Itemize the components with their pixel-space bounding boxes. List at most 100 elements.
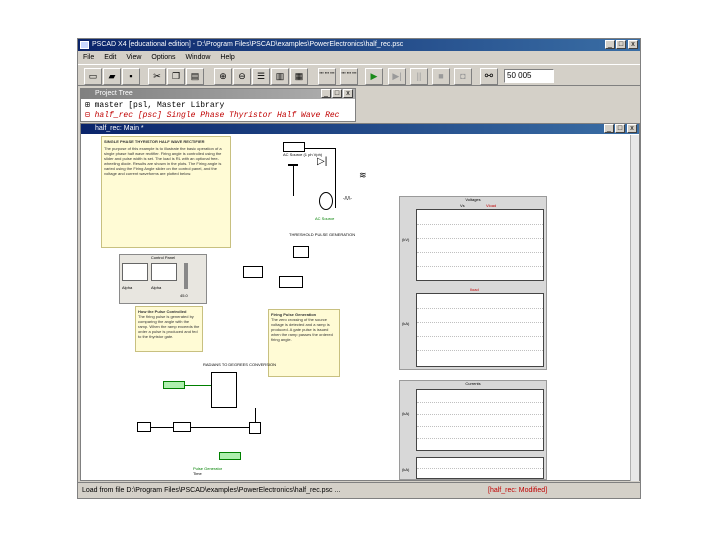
grid-icon[interactable]: ▦ bbox=[290, 68, 308, 85]
breaker-label: AC Source bbox=[315, 216, 335, 221]
main-canvas-window: half_rec: Main * _ □ x SINGLE PHASE THYR… bbox=[80, 123, 640, 481]
new-icon[interactable]: ▭ bbox=[84, 68, 102, 85]
comparator-block[interactable] bbox=[243, 266, 263, 278]
menu-options[interactable]: Options bbox=[146, 52, 180, 63]
layers-icon[interactable]: ☰ bbox=[252, 68, 270, 85]
record-icon[interactable]: ▪▪▪ ▪▪▪ ▪▪▪ bbox=[318, 68, 336, 85]
plot1-legend-vs: Vs bbox=[460, 203, 465, 208]
binoculars-icon[interactable]: ⚯ bbox=[480, 68, 498, 85]
plot2-ylabel: (kA) bbox=[402, 321, 410, 326]
ground-icon bbox=[288, 162, 298, 166]
control-panel-title: Control Panel bbox=[150, 255, 176, 260]
voltage-plot-frame: Voltages Vload Vs (kV) Iload (kA) bbox=[399, 196, 547, 370]
gate-signal-tag[interactable] bbox=[219, 452, 241, 460]
resistor-icon[interactable]: -/\/\- bbox=[343, 196, 363, 206]
plot3-ylabel: (kA) bbox=[402, 411, 410, 416]
conversion-label: RADIANS TO DEGREES CONVERSION bbox=[203, 362, 276, 367]
pulse-note-body: The firing pulse is generated by compari… bbox=[138, 314, 200, 339]
plot3-title: Currents bbox=[465, 381, 481, 386]
zoom-in-icon[interactable]: ⊕ bbox=[214, 68, 232, 85]
menu-window[interactable]: Window bbox=[181, 52, 216, 63]
control-panel: Control Panel 45.0 Alpha Alpha bbox=[119, 254, 207, 304]
menu-file[interactable]: File bbox=[78, 52, 99, 63]
minimize-button[interactable]: _ bbox=[605, 40, 615, 49]
time-label: Time bbox=[193, 471, 202, 476]
pulse-generation-label: THRESHOLD PULSE GENERATION bbox=[289, 232, 356, 237]
tree-minimize-button[interactable]: _ bbox=[321, 89, 331, 98]
pulse-block[interactable] bbox=[173, 422, 191, 432]
copy-icon[interactable]: ❐ bbox=[167, 68, 185, 85]
wire bbox=[305, 148, 335, 149]
zoom-out-icon[interactable]: ⊖ bbox=[233, 68, 251, 85]
status-load-text: Load from file D:\Program Files\PSCAD\ex… bbox=[82, 487, 341, 494]
ac-source-icon[interactable] bbox=[319, 192, 333, 210]
plot2-area[interactable] bbox=[416, 293, 544, 367]
pulse-note: How the Pulse Controlled The firing puls… bbox=[135, 306, 203, 352]
thyristor-icon[interactable]: ▷| bbox=[317, 156, 329, 168]
sum-block[interactable] bbox=[137, 422, 151, 432]
alpha-meter-2[interactable] bbox=[151, 263, 177, 281]
cut-icon[interactable]: ✂ bbox=[148, 68, 166, 85]
title-bar: PSCAD X4 [educational edition] - D:\Prog… bbox=[78, 39, 640, 51]
main-close-button[interactable]: x bbox=[627, 124, 637, 133]
open-icon[interactable]: ▰ bbox=[103, 68, 121, 85]
toolbar: ▭ ▰ ▪ ✂ ❐ ▤ ⊕ ⊖ ☰ ▥ ▦ ▪▪▪ ▪▪▪ ▪▪▪ ▪▪▪ ▪▪… bbox=[78, 64, 640, 86]
stop-icon[interactable]: ■ bbox=[432, 68, 450, 85]
maximize-button[interactable]: □ bbox=[616, 40, 626, 49]
project-tree-titlebar: Project Tree bbox=[81, 89, 355, 99]
tree-item-master[interactable]: ⊞ master [psl, Master Library bbox=[85, 101, 224, 110]
plot1-legend: Vload bbox=[486, 203, 497, 208]
tree-maximize-button[interactable]: □ bbox=[332, 89, 342, 98]
gain-block[interactable] bbox=[279, 276, 303, 288]
menu-help[interactable]: Help bbox=[215, 52, 239, 63]
window-title: PSCAD X4 [educational edition] - D:\Prog… bbox=[92, 41, 404, 48]
alpha-label-2: Alpha bbox=[151, 285, 162, 290]
source-terminal[interactable] bbox=[283, 142, 305, 152]
plot2-legend: Iload bbox=[470, 287, 479, 292]
pause-icon[interactable]: || bbox=[410, 68, 428, 85]
compile-icon[interactable]: ▪▪▪ ▪▪▪ ▪▪▪ bbox=[340, 68, 358, 85]
main-maximize-button[interactable]: □ bbox=[615, 124, 625, 133]
save-icon[interactable]: ▪ bbox=[122, 68, 140, 85]
paste-icon[interactable]: ▤ bbox=[186, 68, 204, 85]
plot3-area[interactable] bbox=[416, 389, 544, 451]
converter-block[interactable] bbox=[211, 372, 237, 408]
status-modified: [half_rec: Modified] bbox=[488, 487, 548, 494]
firing-note: Firing Pulse Generation The zero crossin… bbox=[268, 309, 340, 377]
snapshot-icon[interactable]: ◘ bbox=[454, 68, 472, 85]
alpha-label-1: Alpha bbox=[122, 285, 133, 290]
time-step-field[interactable]: 50 005 bbox=[504, 69, 554, 83]
description-heading: SINGLE PHASE THYRISTOR HALF WAVE RECTIFI… bbox=[104, 139, 205, 144]
vertical-scrollbar[interactable] bbox=[630, 135, 639, 481]
wire bbox=[335, 148, 336, 208]
play-icon[interactable]: ▶ bbox=[365, 68, 383, 85]
menu-bar: File Edit View Options Window Help bbox=[78, 52, 640, 63]
ramp-block[interactable] bbox=[293, 246, 309, 258]
alpha-slider[interactable] bbox=[184, 263, 188, 289]
settings-icon[interactable]: ▥ bbox=[271, 68, 289, 85]
inductor-icon[interactable]: ≋ bbox=[359, 170, 373, 190]
close-button[interactable]: x bbox=[628, 40, 638, 49]
tree-item-master-label: master [psl, Master Library bbox=[94, 101, 225, 110]
plot4-ylabel: (kA) bbox=[402, 467, 410, 472]
wire bbox=[191, 427, 249, 428]
plot4-area[interactable] bbox=[416, 457, 544, 479]
menu-edit[interactable]: Edit bbox=[99, 52, 121, 63]
tree-item-half-rec[interactable]: ⊟ half_rec [psc] Single Phase Thyristor … bbox=[85, 111, 339, 120]
step-icon[interactable]: ▶| bbox=[388, 68, 406, 85]
switch-block[interactable] bbox=[249, 422, 261, 434]
alpha-meter-1[interactable] bbox=[122, 263, 148, 281]
description-body: The purpose of this example is to illust… bbox=[104, 146, 222, 176]
tree-close-button[interactable]: x bbox=[343, 89, 353, 98]
current-plot-frame: Currents (kA) (kA) bbox=[399, 380, 547, 480]
signal-tag[interactable] bbox=[163, 381, 185, 389]
plot1-area[interactable] bbox=[416, 209, 544, 281]
alpha-value: 45.0 bbox=[180, 293, 188, 298]
pulse-generator-label: Pulse Generator bbox=[193, 466, 223, 471]
app-icon bbox=[80, 41, 89, 49]
plot1-ylabel: (kV) bbox=[402, 237, 410, 242]
schematic-canvas[interactable]: SINGLE PHASE THYRISTOR HALF WAVE RECTIFI… bbox=[83, 136, 629, 480]
tree-item-half-rec-label: half_rec [psc] Single Phase Thyristor Ha… bbox=[94, 111, 340, 120]
menu-view[interactable]: View bbox=[121, 52, 146, 63]
main-minimize-button[interactable]: _ bbox=[604, 124, 614, 133]
